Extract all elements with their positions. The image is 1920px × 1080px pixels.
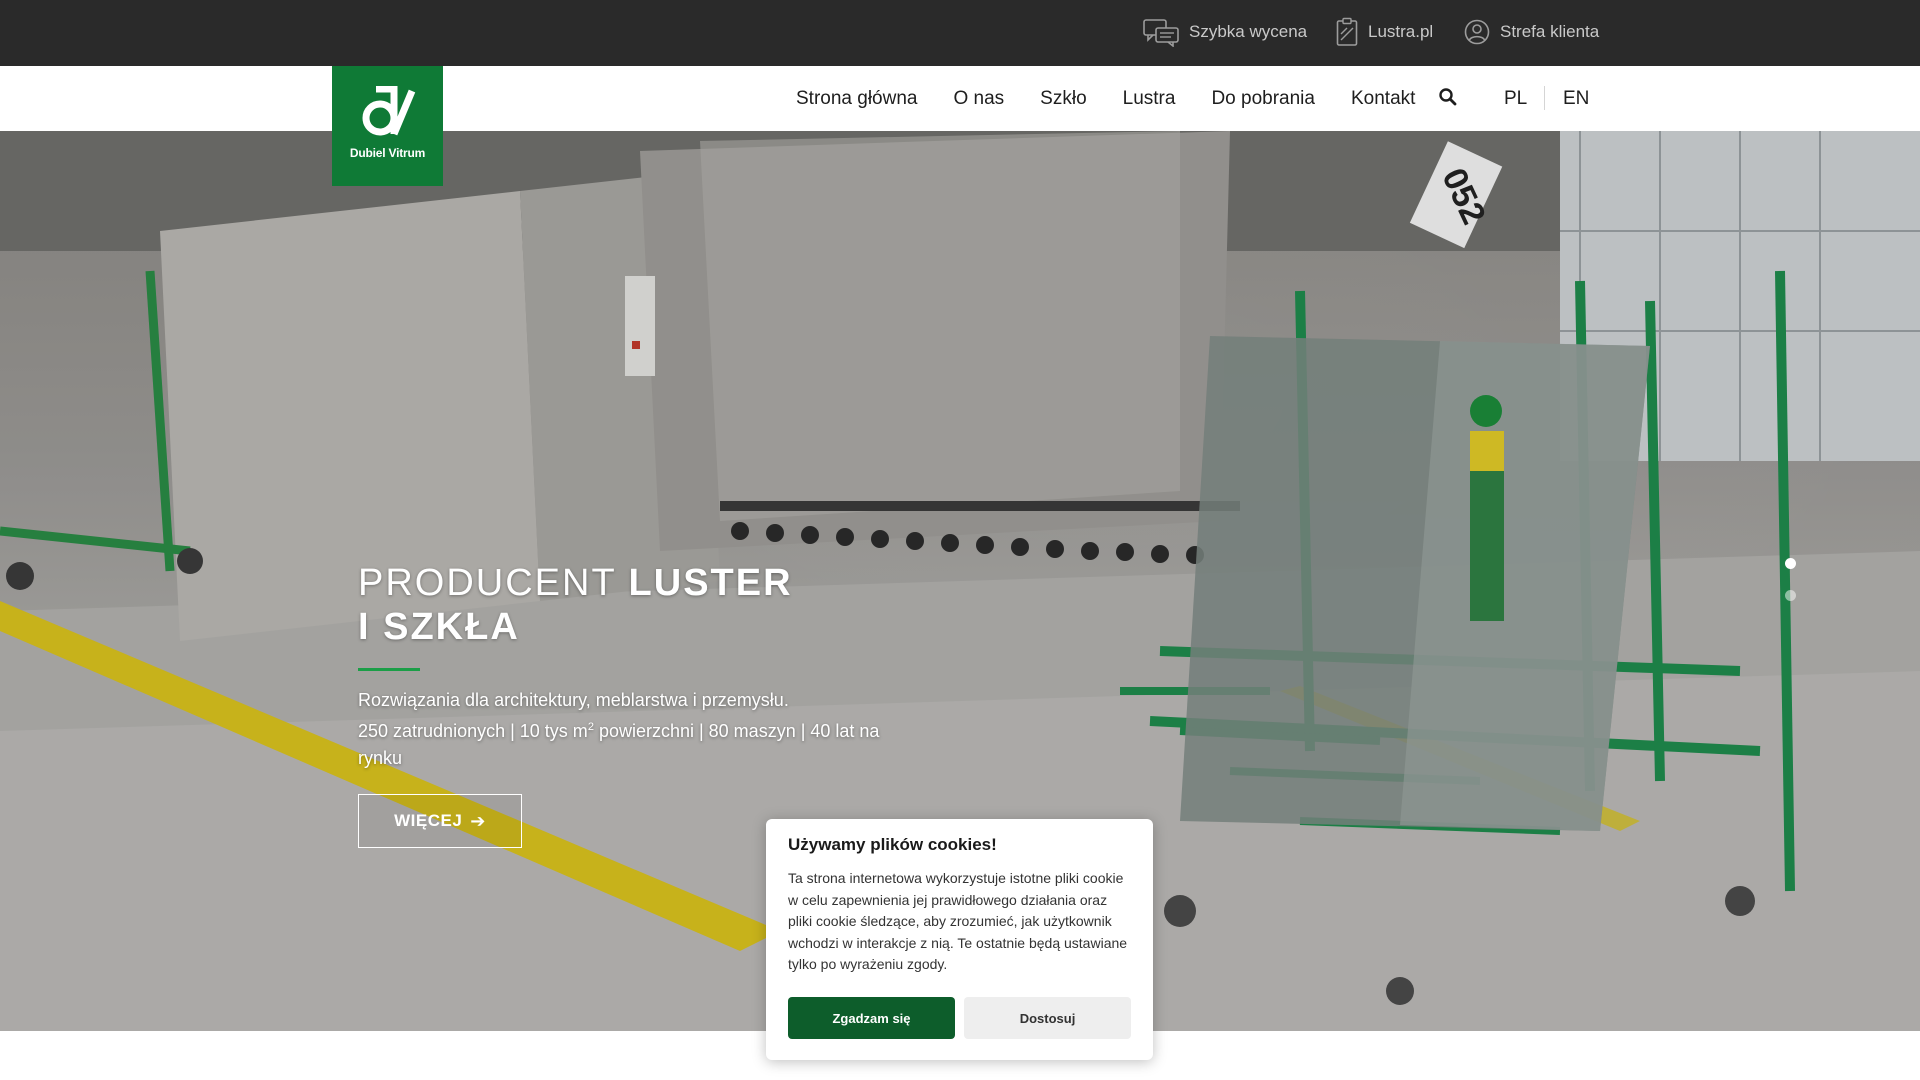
arrow-right-icon: ➔ [470, 810, 486, 831]
client-zone-link[interactable]: Strefa klienta [1464, 0, 1599, 64]
hero-line-2-a: 250 zatrudnionych | 10 tys m [358, 721, 588, 741]
hero-title-light: PRODUCENT [358, 562, 629, 604]
nav-item-home[interactable]: Strona główna [796, 88, 917, 110]
lang-divider [1544, 86, 1545, 110]
slider-dot-2[interactable] [1785, 590, 1796, 601]
hero-title-bold-2: I SZKŁA [358, 606, 520, 648]
lustra-pl-label: Lustra.pl [1368, 22, 1434, 41]
hero-description: Rozwiązania dla architektury, meblarstwa… [358, 687, 918, 772]
cookie-title: Używamy plików cookies! [788, 835, 997, 854]
main-menu: Strona główna O nas Szkło Lustra Do pobr… [796, 66, 1415, 131]
slider-dot-1[interactable] [1785, 558, 1796, 569]
logo-brand-text: Dubiel Vitrum [349, 146, 426, 160]
site-logo[interactable]: Dubiel Vitrum [332, 66, 443, 186]
dv-logo-icon [362, 86, 415, 136]
lang-pl-link[interactable]: PL [1504, 66, 1527, 131]
client-zone-label: Strefa klienta [1500, 22, 1600, 41]
more-button[interactable]: WIĘCEJ ➔ [358, 794, 522, 848]
search-icon [1439, 88, 1457, 106]
hero-line-1: Rozwiązania dla architektury, meblarstwa… [358, 690, 789, 710]
search-button[interactable] [1437, 86, 1459, 108]
cookie-accept-button[interactable]: Zgadzam się [788, 997, 955, 1039]
nav-item-glass[interactable]: Szkło [1040, 88, 1086, 110]
lustra-pl-link[interactable]: Lustra.pl [1336, 0, 1433, 64]
hero-title: PRODUCENT LUSTER I SZKŁA [358, 561, 793, 649]
user-circle-icon [1464, 19, 1490, 45]
more-button-label: WIĘCEJ [394, 811, 463, 830]
chat-bubbles-icon [1143, 19, 1179, 47]
quick-quote-link[interactable]: Szybka wycena [1143, 0, 1307, 64]
hero-title-bold-1: LUSTER [628, 562, 793, 604]
cookie-customize-button[interactable]: Dostosuj [964, 997, 1131, 1039]
top-utility-bar: Szybka wycena Lustra.pl Strefa klienta [0, 0, 1920, 66]
lang-en-link[interactable]: EN [1563, 66, 1589, 131]
nav-item-contact[interactable]: Kontakt [1351, 88, 1415, 110]
nav-item-mirrors[interactable]: Lustra [1123, 88, 1176, 110]
nav-item-downloads[interactable]: Do pobrania [1211, 88, 1315, 110]
quick-quote-label: Szybka wycena [1189, 22, 1308, 41]
hero-accent-line [358, 668, 420, 671]
cookie-consent-dialog: Używamy plików cookies! Ta strona intern… [766, 819, 1153, 1060]
cookie-text: Ta strona internetowa wykorzystuje istot… [788, 870, 1128, 972]
nav-item-about[interactable]: O nas [953, 88, 1004, 110]
cookie-buttons: Zgadzam się Dostosuj [788, 997, 1131, 1039]
clipboard-icon [1336, 17, 1358, 46]
